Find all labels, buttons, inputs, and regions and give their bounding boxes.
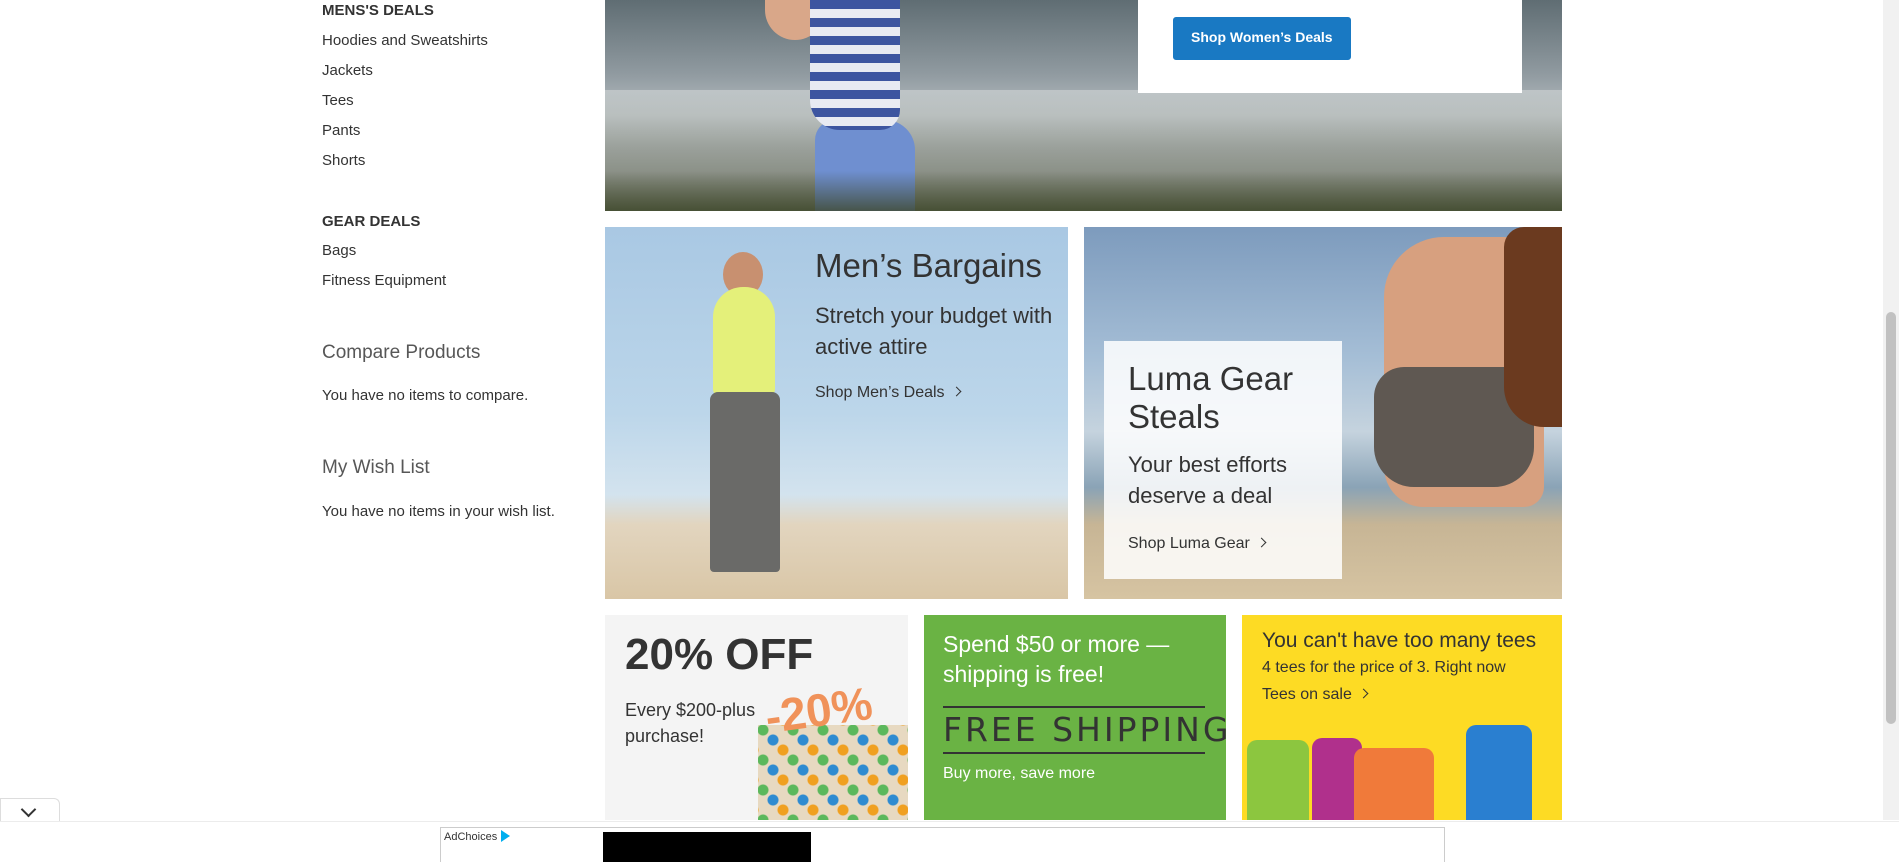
mens-bargains-subtitle: Stretch your budget with active attire (815, 303, 1053, 359)
compare-empty-text: You have no items to compare. (322, 387, 529, 404)
chevron-right-icon (1256, 537, 1267, 548)
sidebar-link-fitness-equipment[interactable]: Fitness Equipment (322, 272, 446, 289)
shop-womens-deals-button[interactable]: Shop Women’s Deals (1173, 17, 1351, 60)
adchoices-icon (501, 830, 511, 842)
discount-headline: 20% OFF (625, 630, 814, 679)
man-pants (710, 392, 780, 572)
luma-gear-title: Luma Gear Steals (1128, 360, 1294, 435)
shop-mens-deals-link[interactable]: Shop Men’s Deals (815, 384, 962, 402)
sidebar-link-tees[interactable]: Tees (322, 92, 354, 109)
orange-tee-image (1354, 748, 1434, 820)
discount-subtitle: Every $200-plus purchase! (625, 700, 756, 746)
luma-gear-subtitle: Your best efforts deserve a deal (1128, 452, 1287, 508)
tees-on-sale-label: Tees on sale (1262, 686, 1352, 703)
sidebar-link-bags[interactable]: Bags (322, 242, 356, 259)
tees-title: You can't have too many tees (1262, 629, 1537, 652)
mens-bargains-tile[interactable]: Men’s Bargains Stretch your budget with … (605, 227, 1068, 599)
chevron-down-icon (20, 801, 37, 818)
ad-creative[interactable] (603, 832, 811, 862)
chevron-right-icon (951, 386, 962, 397)
sidebar-link-pants[interactable]: Pants (322, 122, 360, 139)
shop-luma-gear-link[interactable]: Shop Luma Gear (1128, 535, 1267, 553)
chevron-right-icon (1358, 688, 1369, 699)
gear-deals-heading: GEAR DEALS (322, 213, 421, 230)
tees-sale-tile[interactable]: You can't have too many tees 4 tees for … (1242, 615, 1562, 820)
runner-striped-shirt (810, 0, 900, 130)
twenty-percent-off-tile[interactable]: 20% OFF Every $200-plus purchase! -20% (605, 615, 908, 820)
ad-frame[interactable]: AdChoices (440, 827, 1445, 862)
free-shipping-banner: FREE SHIPPING (943, 706, 1226, 754)
ad-bar: AdChoices (0, 821, 1899, 862)
tees-subtitle: 4 tees for the price of 3. Right now (1262, 659, 1506, 676)
man-tank-top (713, 287, 775, 397)
wishlist-title: My Wish List (322, 457, 430, 478)
tees-on-sale-link[interactable]: Tees on sale (1262, 686, 1369, 704)
shipping-title: Spend $50 or more — shipping is free! (943, 631, 1170, 687)
shipping-subtitle: Buy more, save more (943, 765, 1096, 782)
womens-deals-hero: Shop Women’s Deals (605, 0, 1562, 211)
mens-deals-heading: MENS'S DEALS (322, 2, 434, 19)
scrollbar-thumb[interactable] (1886, 312, 1896, 724)
hero-grass (605, 171, 1562, 211)
mens-bargains-title: Men’s Bargains (815, 247, 1042, 284)
sidebar-link-hoodies[interactable]: Hoodies and Sweatshirts (322, 32, 488, 49)
free-shipping-tile[interactable]: Spend $50 or more — shipping is free! FR… (924, 615, 1226, 820)
adchoices-label[interactable]: AdChoices (444, 830, 511, 843)
adchoices-text: AdChoices (444, 831, 498, 843)
luma-gear-card: Luma Gear Steals Your best efforts deser… (1104, 341, 1342, 579)
woman-hair (1504, 227, 1562, 427)
sidebar-link-jackets[interactable]: Jackets (322, 62, 373, 79)
compare-products-title: Compare Products (322, 342, 481, 363)
wishlist-empty-text: You have no items in your wish list. (322, 503, 555, 520)
blue-tank-image (1466, 725, 1532, 820)
green-tank-image (1247, 740, 1309, 820)
luma-gear-tile[interactable]: Luma Gear Steals Your best efforts deser… (1084, 227, 1562, 599)
ad-collapse-button[interactable] (0, 798, 60, 823)
sidebar-link-shorts[interactable]: Shorts (322, 152, 365, 169)
shop-mens-deals-label: Shop Men’s Deals (815, 384, 945, 401)
page-scrollbar[interactable] (1883, 0, 1899, 820)
shop-luma-gear-label: Shop Luma Gear (1128, 535, 1250, 552)
hero-card: Shop Women’s Deals (1138, 0, 1522, 93)
